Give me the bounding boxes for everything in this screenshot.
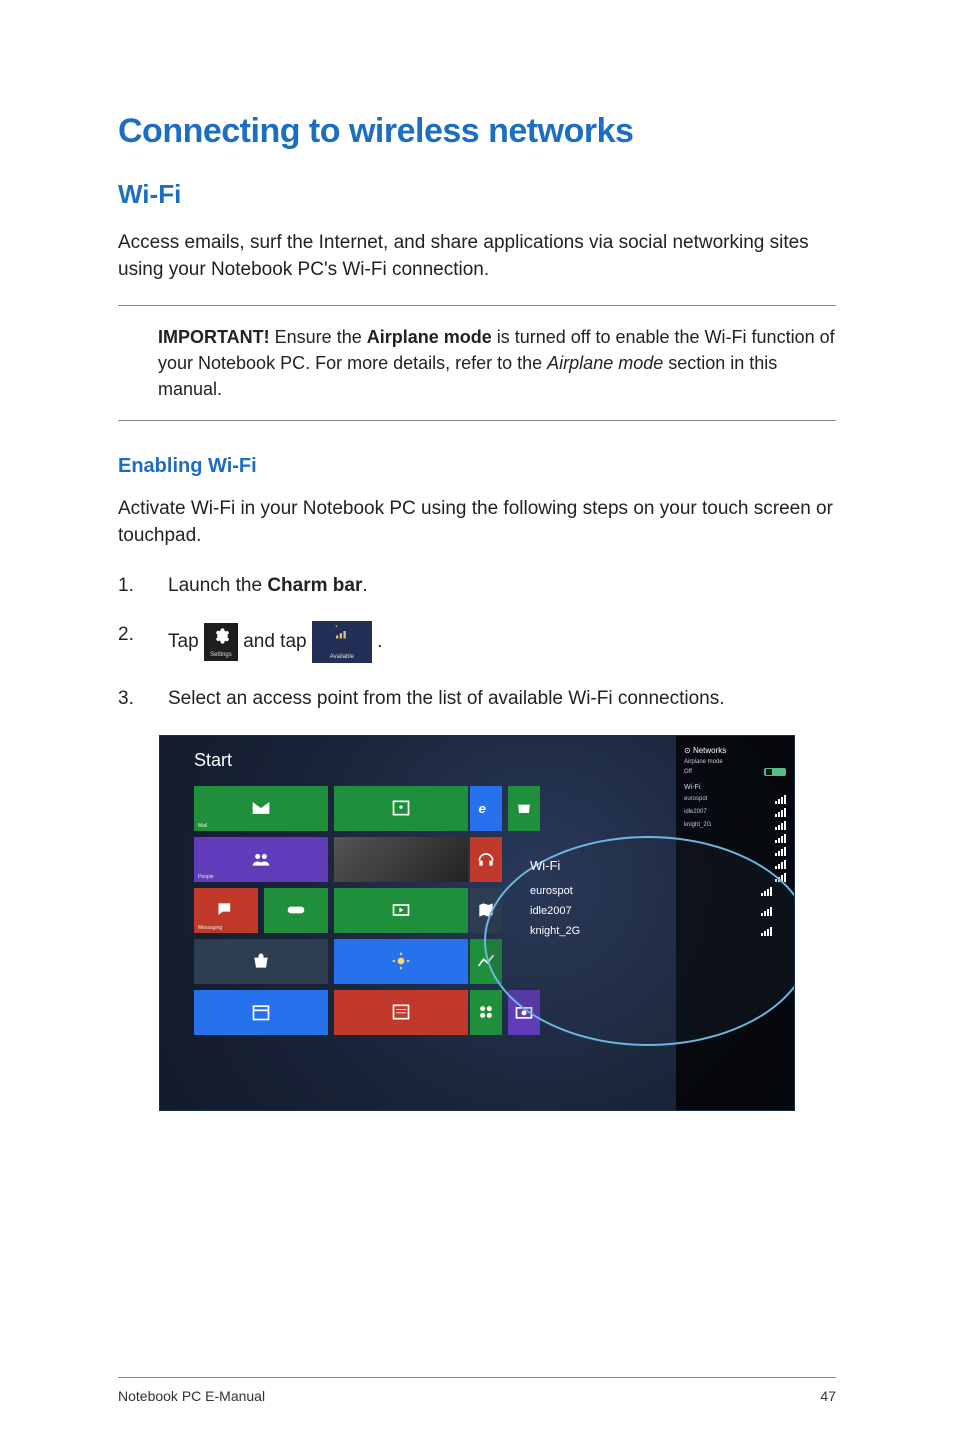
footer-page-number: 47 [820, 1388, 836, 1404]
step-1-post: . [362, 575, 367, 596]
wifi-popup-item-2[interactable]: idle2007 [514, 901, 782, 921]
step-3-number: 3. [118, 685, 134, 713]
signal-bars-icon [775, 833, 786, 843]
step-3-text: Select an access point from the list of … [168, 688, 725, 709]
important-note: IMPORTANT! Ensure the Airplane mode is t… [118, 305, 836, 421]
step-3: 3. Select an access point from the list … [118, 685, 836, 713]
airplane-mode-toggle[interactable] [764, 768, 786, 776]
svg-text:e: e [479, 801, 487, 816]
start-title: Start [194, 750, 232, 771]
section-heading-enable-wifi: Enabling Wi-Fi [118, 455, 836, 478]
steps-list: 1. Launch the Charm bar. 2. Tap Settings… [118, 572, 836, 713]
important-bold-airplane: Airplane mode [367, 327, 492, 347]
important-text-pre: Ensure the [270, 327, 367, 347]
tile-ie[interactable]: e [470, 786, 502, 831]
wifi-popup-title: Wi-Fi [530, 858, 782, 873]
tile-video[interactable] [334, 888, 468, 933]
step-2-post: . [377, 631, 382, 652]
wifi-available-icon: * Available [312, 621, 372, 663]
tile-weather[interactable] [334, 939, 468, 984]
wifi-screenshot: Start Mail People Messaging e [159, 735, 795, 1111]
settings-charm-icon: Settings [204, 623, 238, 661]
step-2-number: 2. [118, 621, 134, 649]
signal-bars-icon [761, 886, 772, 896]
tile-mail-label: Mail [198, 823, 207, 829]
panel-network-row-2[interactable]: idle2007 [684, 807, 786, 817]
signal-bars-icon [761, 926, 772, 936]
settings-charm-label: Settings [204, 651, 238, 660]
signal-bars-icon [775, 807, 786, 817]
tile-messaging[interactable]: Messaging [194, 888, 258, 933]
tile-people[interactable]: People [194, 837, 328, 882]
airplane-mode-toggle-row[interactable]: Off [684, 768, 786, 776]
airplane-mode-row[interactable]: Airplane mode [684, 759, 786, 765]
signal-bars-icon [775, 794, 786, 804]
tile-messaging-label: Messaging [198, 925, 222, 931]
tile-mail[interactable]: Mail [194, 786, 328, 831]
tile-maps[interactable] [470, 888, 502, 933]
panel-wifi-section: Wi-Fi [684, 784, 786, 791]
page-title: Connecting to wireless networks [118, 112, 836, 151]
tile-people-label: People [198, 874, 214, 880]
step-2: 2. Tap Settings and tap * Available . [118, 621, 836, 663]
wifi-available-label: Available [312, 653, 372, 662]
panel-network-row-1[interactable]: eurospot [684, 794, 786, 804]
enable-intro: Activate Wi-Fi in your Notebook PC using… [118, 496, 836, 549]
tile-desktop[interactable] [334, 837, 468, 882]
tile-camera[interactable] [508, 990, 540, 1035]
wifi-popup: Wi-Fi eurospot idle2007 knight_2G [514, 858, 782, 941]
tile-calendar[interactable] [194, 990, 328, 1035]
footer-title: Notebook PC E-Manual [118, 1388, 265, 1404]
page-footer: Notebook PC E-Manual 47 [118, 1377, 836, 1404]
step-1-pre: Launch the [168, 575, 267, 596]
step-1: 1. Launch the Charm bar. [118, 572, 836, 600]
panel-network-row-3[interactable]: knight_2G [684, 820, 786, 830]
signal-bars-icon [775, 846, 786, 856]
networks-panel-title: ⊙ Networks [684, 746, 786, 755]
step-1-bold: Charm bar [267, 575, 362, 596]
tile-photos[interactable] [334, 786, 468, 831]
panel-network-row-extra[interactable] [684, 833, 786, 843]
wifi-popup-item-1[interactable]: eurospot [514, 881, 782, 901]
important-italic: Airplane mode [547, 353, 663, 373]
section-heading-wifi: Wi-Fi [118, 179, 836, 210]
step-2-pre: Tap [168, 631, 204, 652]
signal-bars-icon [775, 820, 786, 830]
intro-paragraph: Access emails, surf the Internet, and sh… [118, 230, 836, 283]
tile-news[interactable] [334, 990, 468, 1035]
start-tiles: Mail People Messaging [194, 786, 468, 1035]
svg-text:*: * [335, 626, 338, 632]
wifi-popup-item-3[interactable]: knight_2G [514, 921, 782, 941]
step-2-mid: and tap [243, 631, 312, 652]
tile-finance[interactable] [470, 939, 502, 984]
important-label: IMPORTANT! [158, 327, 270, 347]
tile-marketplace[interactable] [508, 786, 540, 831]
tile-music[interactable] [470, 837, 502, 882]
tile-games[interactable] [264, 888, 328, 933]
panel-network-row-extra[interactable] [684, 846, 786, 856]
tile-store[interactable] [194, 939, 328, 984]
signal-bars-icon [761, 906, 772, 916]
step-1-number: 1. [118, 572, 134, 600]
tile-sports[interactable] [470, 990, 502, 1035]
